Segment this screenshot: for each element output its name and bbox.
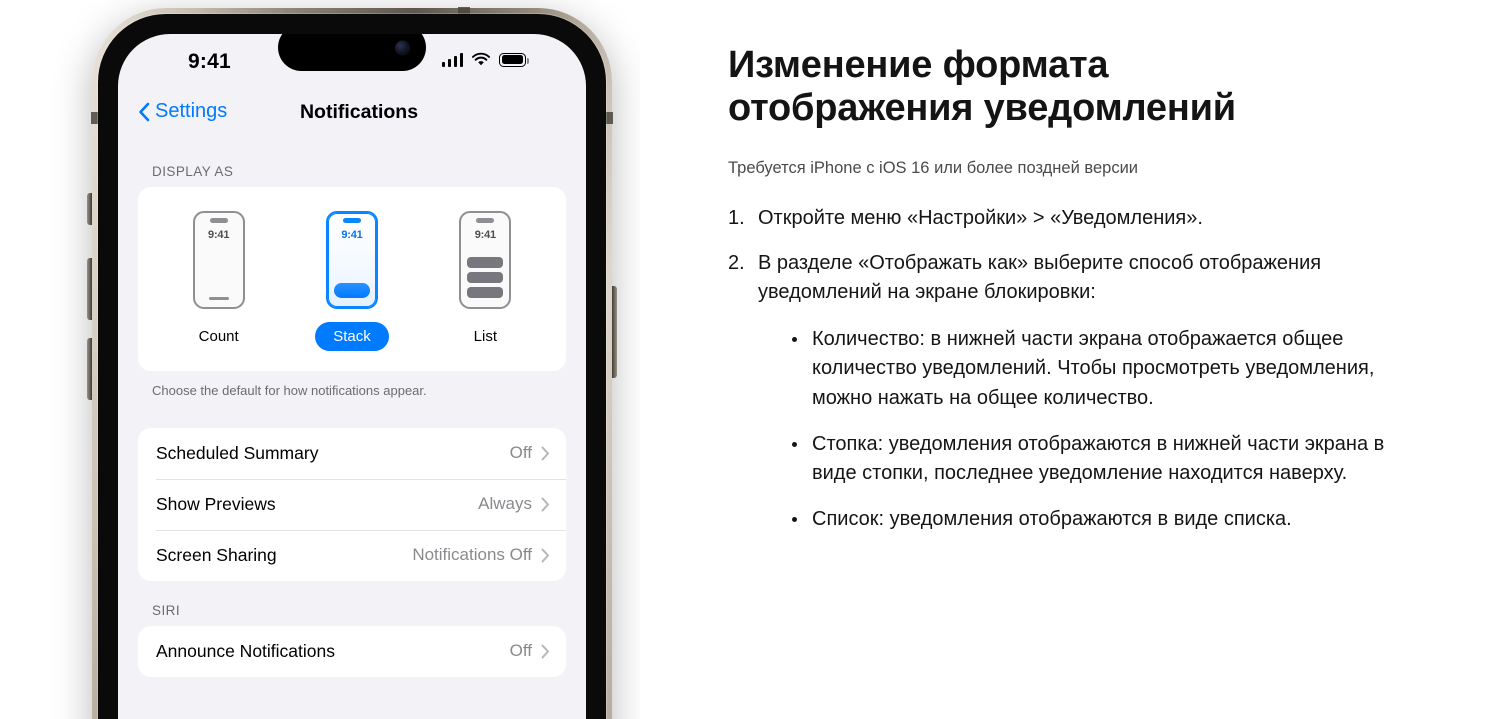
mini-dynamic-island	[342, 218, 361, 223]
display-as-card: 9:41 Count 9:41 Stack 9:41 List	[138, 187, 566, 371]
row-announce-notifications[interactable]: Announce Notifications Off	[138, 626, 566, 677]
ios-nav-bar: Settings Notifications	[118, 94, 586, 142]
mini-time: 9:41	[208, 228, 230, 241]
step-item: В разделе «Отображать как» выберите спос…	[728, 249, 1322, 303]
bullet-item: Количество: в нижней части экрана отобра…	[790, 325, 1428, 414]
article-panel: Изменение формата отображения уведомлени…	[728, 0, 1428, 719]
iphone-screen: 9:41 Settings Notifications DISPLAY AS 9…	[118, 34, 586, 719]
display-option-stack-label: Stack	[315, 322, 389, 351]
power-button[interactable]	[612, 286, 617, 378]
row-value: Always	[478, 494, 532, 514]
display-option-stack[interactable]: 9:41 Stack	[307, 211, 397, 351]
bullet-item: Стопка: уведомления отображаются в нижне…	[790, 430, 1428, 489]
siri-group: Announce Notifications Off	[138, 625, 566, 677]
display-option-list-label: List	[473, 328, 497, 345]
antenna-nick-top-left	[91, 112, 98, 124]
row-right: Notifications Off	[412, 545, 550, 565]
bullet-item: Список: уведомления отображаются в виде …	[790, 505, 1428, 535]
ios-status-bar: 9:41	[118, 34, 586, 96]
article-subtitle: Требуется iPhone с iOS 16 или более позд…	[728, 158, 1139, 177]
mini-stack-notification	[333, 283, 370, 298]
settings-content: DISPLAY AS 9:41 Count 9:41 Stack 9:41 Li…	[118, 142, 586, 719]
mini-dynamic-island	[476, 218, 495, 223]
row-label: Show Previews	[156, 493, 276, 514]
page-root: 9:41 Settings Notifications DISPLAY AS 9…	[0, 0, 1500, 719]
row-right: Always	[478, 494, 550, 514]
row-value: Off	[509, 443, 532, 463]
chevron-right-icon	[541, 548, 549, 563]
count-preview-icon: 9:41	[192, 211, 245, 309]
article-title: Изменение формата отображения уведомлени…	[728, 44, 1236, 130]
display-as-options: 9:41 Count 9:41 Stack 9:41 List	[152, 211, 552, 351]
wifi-icon	[471, 52, 491, 66]
row-screen-sharing[interactable]: Screen Sharing Notifications Off	[138, 529, 566, 581]
status-time: 9:41	[188, 50, 231, 73]
list-preview-icon: 9:41	[459, 211, 512, 309]
nav-title: Notifications	[299, 101, 419, 123]
battery-full-icon	[499, 52, 529, 67]
instruction-steps: Откройте меню «Настройки» > «Уведомления…	[728, 204, 1428, 307]
display-as-header: DISPLAY AS	[152, 164, 234, 179]
siri-header: SIRI	[152, 602, 181, 618]
dynamic-island	[278, 34, 426, 71]
row-scheduled-summary[interactable]: Scheduled Summary Off	[138, 428, 566, 479]
iphone-illustration: 9:41 Settings Notifications DISPLAY AS 9…	[0, 0, 640, 719]
display-as-footnote: Choose the default for how notifications…	[152, 383, 427, 398]
front-camera-icon	[395, 40, 410, 55]
row-label: Announce Notifications	[156, 640, 335, 661]
mini-home-indicator	[208, 296, 229, 300]
status-indicators	[441, 52, 529, 67]
chevron-right-icon	[541, 644, 549, 659]
row-label: Scheduled Summary	[156, 442, 319, 463]
row-label: Screen Sharing	[156, 544, 277, 565]
display-option-list[interactable]: 9:41 List	[440, 211, 530, 351]
step-item: Откройте меню «Настройки» > «Уведомления…	[728, 204, 1203, 233]
antenna-nick-top-right	[606, 112, 613, 124]
volume-up-button[interactable]	[87, 258, 92, 320]
notification-settings-group: Scheduled Summary Off Show Previews Alwa…	[138, 427, 566, 581]
iphone-frame: 9:41 Settings Notifications DISPLAY AS 9…	[87, 7, 617, 719]
display-mode-bullets: Количество: в нижней части экрана отобра…	[728, 325, 1428, 535]
row-right: Off	[510, 641, 550, 661]
mini-time: 9:41	[474, 228, 496, 241]
row-value: Notifications Off	[412, 545, 532, 565]
action-button[interactable]	[87, 193, 92, 225]
volume-down-button[interactable]	[87, 338, 92, 400]
cellular-bars-icon	[441, 52, 463, 67]
stack-preview-icon: 9:41	[325, 211, 378, 309]
display-option-count[interactable]: 9:41 Count	[174, 211, 264, 351]
mini-dynamic-island	[209, 218, 228, 223]
antenna-nick-top	[458, 7, 470, 14]
row-value: Off	[509, 641, 532, 661]
mini-list-notifications	[467, 257, 504, 298]
mini-time: 9:41	[341, 228, 363, 241]
chevron-right-icon	[541, 497, 549, 512]
chevron-right-icon	[541, 446, 549, 461]
iphone-bezel: 9:41 Settings Notifications DISPLAY AS 9…	[97, 13, 607, 719]
display-option-count-label: Count	[198, 328, 239, 345]
row-show-previews[interactable]: Show Previews Always	[138, 478, 566, 530]
row-right: Off	[510, 443, 550, 463]
